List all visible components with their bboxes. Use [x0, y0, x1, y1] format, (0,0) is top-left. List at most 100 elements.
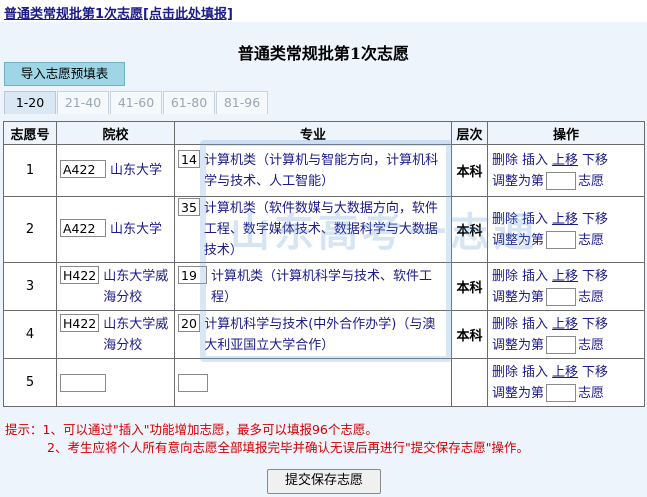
level: 本科 [451, 310, 488, 359]
move-down-link[interactable]: 下移 [582, 365, 608, 380]
table-row: 2 A422 山东大学 35 计算机类（软件数媒与大数据方向，软件工程、数字媒体技术… [3, 196, 645, 263]
table-row: 3 H422 山东大学威海分校 19 计算机类（计算机科学与技术、软件工程） 本科 … [3, 262, 645, 311]
school-name[interactable]: 山东大学 [110, 219, 162, 240]
school-code-input[interactable] [60, 373, 106, 392]
delete-link[interactable]: 删除 [492, 153, 518, 168]
major-code-input[interactable]: 35 [178, 198, 200, 216]
ops-cell: 删除 插入 上移 下移 调整为第 志愿 [487, 262, 645, 311]
insert-link[interactable]: 插入 [522, 153, 548, 168]
school-cell: A422 山东大学 [56, 144, 175, 197]
major-code-input[interactable]: 14 [178, 149, 201, 168]
delete-link[interactable]: 删除 [492, 317, 518, 332]
school-code-input[interactable]: A422 [60, 219, 106, 237]
row-number: 2 [3, 196, 57, 263]
adjust-label: 调整为第 [492, 173, 545, 189]
major-name[interactable]: 计算机类（计算机与智能方向，计算机科学与技术、人工智能） [204, 150, 448, 192]
insert-link[interactable]: 插入 [522, 365, 548, 380]
major-cell: 20 计算机科学与技术(中外合作办学)（与澳大利亚国立大学合作） [174, 310, 452, 359]
tip-line-1: 提示：1、可以通过"插入"功能增加志愿，最多可以填报96个志愿。 [5, 422, 378, 437]
delete-link[interactable]: 删除 [492, 365, 518, 380]
tip-line-2: 2、考生应将个人所有意向志愿全部填报完毕并确认无误后再进行"提交保存志愿"操作。 [47, 440, 529, 455]
tab-1-20[interactable]: 1-20 [4, 91, 56, 114]
position-input[interactable] [546, 384, 577, 402]
school-cell [56, 358, 175, 407]
level: 本科 [451, 262, 488, 311]
major-code-input[interactable] [178, 373, 208, 392]
major-cell: 14 计算机类（计算机与智能方向，计算机科学与技术、人工智能） [174, 144, 452, 197]
major-code-input[interactable]: 20 [178, 313, 201, 332]
top-bar: 普通类常规批第1次志愿[点击此处填报] [0, 0, 647, 22]
fill-volunteer-link[interactable]: 普通类常规批第1次志愿[点击此处填报] [4, 3, 233, 22]
move-up-link[interactable]: 上移 [552, 317, 578, 332]
move-down-link[interactable]: 下移 [582, 317, 608, 332]
school-name[interactable]: 山东大学 [110, 160, 162, 181]
school-name[interactable]: 山东大学威海分校 [103, 266, 171, 308]
row-number: 3 [3, 262, 57, 311]
import-prefill-button[interactable]: 导入志愿预填表 [4, 62, 125, 86]
adjust-label: 调整为第 [492, 385, 545, 401]
major-cell [174, 358, 452, 407]
unit-label: 志愿 [578, 173, 605, 189]
school-cell: A422 山东大学 [56, 196, 175, 263]
school-code-input[interactable]: H422 [60, 265, 100, 284]
position-input[interactable] [546, 336, 577, 354]
school-code-input[interactable]: A422 [60, 160, 106, 178]
row-number: 1 [3, 144, 57, 197]
tab-21-40[interactable]: 21-40 [57, 91, 109, 114]
header-major: 专业 [174, 121, 452, 145]
volunteer-table: 志愿号 院校 专业 层次 操作 1 A422 山东大学 14 计算机类（计算机与智能… [3, 121, 645, 407]
row-number: 4 [3, 310, 57, 359]
ops-cell: 删除 插入 上移 下移 调整为第 志愿 [487, 144, 645, 197]
tab-81-96[interactable]: 81-96 [216, 91, 268, 114]
row-number: 5 [3, 358, 57, 407]
unit-label: 志愿 [578, 385, 605, 401]
major-cell: 19 计算机类（计算机科学与技术、软件工程） [174, 262, 452, 311]
insert-link[interactable]: 插入 [522, 269, 548, 284]
ops-cell: 删除 插入 上移 下移 调整为第 志愿 [487, 196, 645, 263]
header-ops: 操作 [487, 121, 645, 145]
move-down-link[interactable]: 下移 [582, 153, 608, 168]
submit-save-button[interactable]: 提交保存志愿 [267, 469, 381, 494]
tips: 提示：1、可以通过"插入"功能增加志愿，最多可以填报96个志愿。 2、考生应将个… [5, 421, 529, 457]
school-code-input[interactable]: H422 [60, 313, 100, 332]
table-row: 1 A422 山东大学 14 计算机类（计算机与智能方向，计算机科学与技术、人工智能… [3, 144, 645, 197]
table-header-row: 志愿号 院校 专业 层次 操作 [3, 121, 645, 145]
position-input[interactable] [546, 288, 577, 306]
delete-link[interactable]: 删除 [492, 212, 518, 227]
tab-41-60[interactable]: 41-60 [110, 91, 162, 114]
school-name[interactable]: 山东大学威海分校 [103, 314, 171, 356]
table-row: 5 删除 插入 上移 下移 调整为第 志愿 [3, 358, 645, 407]
major-name[interactable]: 计算机类（计算机科学与技术、软件工程） [211, 266, 448, 308]
level [451, 358, 488, 407]
header-school: 院校 [56, 121, 175, 145]
school-cell: H422 山东大学威海分校 [56, 310, 175, 359]
ops-cell: 删除 插入 上移 下移 调整为第 志愿 [487, 358, 645, 407]
move-up-link[interactable]: 上移 [552, 365, 578, 380]
tab-61-80[interactable]: 61-80 [163, 91, 215, 114]
unit-label: 志愿 [578, 289, 605, 305]
major-code-input[interactable]: 19 [178, 265, 208, 284]
adjust-label: 调整为第 [492, 289, 545, 305]
level: 本科 [451, 196, 488, 263]
page-title: 普通类常规批第1次志愿 [237, 44, 410, 63]
position-input[interactable] [546, 172, 577, 190]
adjust-label: 调整为第 [492, 232, 545, 248]
major-name[interactable]: 计算机类（软件数媒与大数据方向，软件工程、数字媒体技术、数据科学与大数据技术） [204, 198, 448, 261]
ops-cell: 删除 插入 上移 下移 调整为第 志愿 [487, 310, 645, 359]
major-name[interactable]: 计算机科学与技术(中外合作办学)（与澳大利亚国立大学合作） [204, 314, 448, 356]
insert-link[interactable]: 插入 [522, 317, 548, 332]
insert-link[interactable]: 插入 [522, 212, 548, 227]
unit-label: 志愿 [578, 232, 605, 248]
school-cell: H422 山东大学威海分校 [56, 262, 175, 311]
move-up-link[interactable]: 上移 [552, 269, 578, 284]
delete-link[interactable]: 删除 [492, 269, 518, 284]
move-down-link[interactable]: 下移 [582, 269, 608, 284]
header-level: 层次 [451, 121, 488, 145]
move-up-link[interactable]: 上移 [552, 212, 578, 227]
level: 本科 [451, 144, 488, 197]
header-no: 志愿号 [3, 121, 57, 145]
move-down-link[interactable]: 下移 [582, 212, 608, 227]
position-input[interactable] [546, 231, 577, 249]
move-up-link[interactable]: 上移 [552, 153, 578, 168]
adjust-label: 调整为第 [492, 337, 545, 353]
